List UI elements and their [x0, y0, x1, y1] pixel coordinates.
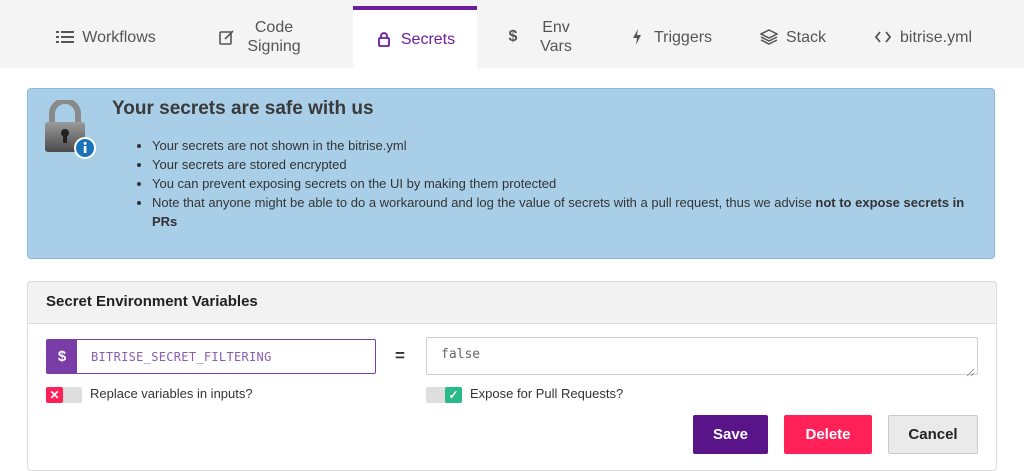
resize-handle-icon[interactable] [966, 364, 975, 377]
tab-label: Secrets [400, 30, 456, 48]
cancel-button[interactable]: Cancel [888, 415, 978, 454]
padlock-icon [44, 98, 98, 162]
tab-env-vars[interactable]: $ Env Vars [495, 6, 585, 68]
tab-label: Env Vars [540, 19, 572, 55]
close-icon: ✕ [46, 387, 63, 403]
edit-icon [218, 28, 236, 46]
lock-icon [375, 30, 393, 48]
note-text: Note that anyone might be able to do a w… [152, 195, 816, 210]
panel-title: Secret Environment Variables [46, 293, 258, 310]
tab-stack[interactable]: Stack [748, 6, 838, 68]
tab-label: Code Signing [247, 19, 301, 55]
list-item: Your secrets are not shown in the bitris… [152, 136, 972, 155]
replace-variables-toggle[interactable]: ✕ [46, 387, 82, 403]
info-title: Your secrets are safe with us [112, 98, 374, 119]
list-item: You can prevent exposing secrets on the … [152, 174, 972, 193]
secret-key-field: $ [46, 339, 376, 374]
secret-key-input[interactable] [77, 340, 375, 373]
tab-code-signing[interactable]: Code Signing [196, 6, 326, 68]
tab-bitrise-yml[interactable]: bitrise.yml [862, 6, 984, 68]
list-item: Note that anyone might be able to do a w… [152, 193, 972, 231]
delete-button[interactable]: Delete [784, 415, 872, 454]
replace-variables-label: Replace variables in inputs? [90, 386, 253, 401]
info-list: Your secrets are not shown in the bitris… [134, 136, 972, 231]
tab-workflows[interactable]: Workflows [36, 6, 176, 68]
layers-icon [759, 28, 778, 46]
tab-secrets[interactable]: Secrets [353, 6, 477, 68]
save-button[interactable]: Save [693, 415, 768, 454]
dollar-icon: $ [47, 340, 77, 373]
bolt-icon [628, 28, 646, 46]
tab-label: Workflows [82, 28, 156, 46]
expose-pr-label: Expose for Pull Requests? [470, 386, 624, 401]
tab-label: Triggers [653, 28, 713, 46]
tab-label: Stack [785, 28, 826, 46]
checkmark-icon: ✓ [445, 387, 462, 403]
tab-label: bitrise.yml [899, 28, 972, 46]
list-icon [56, 28, 75, 46]
code-icon [874, 28, 892, 46]
tab-triggers[interactable]: Triggers [620, 6, 720, 68]
equals-sign: = [395, 346, 405, 365]
expose-pr-toggle[interactable]: ✓ [426, 387, 462, 403]
secret-value-input[interactable]: false [426, 337, 978, 375]
dollar-icon: $ [508, 28, 518, 45]
list-item: Your secrets are stored encrypted [152, 155, 972, 174]
